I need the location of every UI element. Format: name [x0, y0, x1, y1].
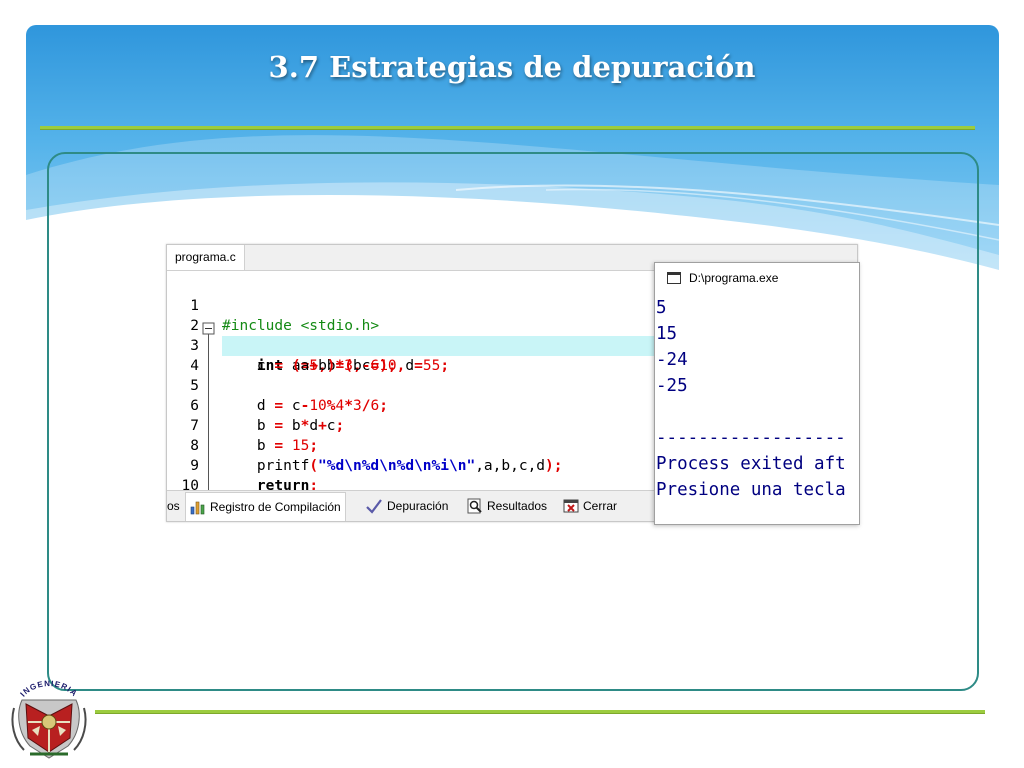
console-line: ------------------ [656, 428, 846, 448]
console-app-icon [667, 272, 681, 284]
tab-depuracion[interactable]: Depuración [365, 495, 448, 517]
console-line: -25 [656, 376, 688, 396]
console-line: 5 [656, 298, 667, 318]
close-window-icon [563, 499, 579, 513]
tab-compilador-partial[interactable]: os [167, 495, 180, 517]
footer-rule [95, 710, 985, 714]
svg-text:INGENIERIA: INGENIERIA [18, 679, 79, 699]
tab-label: Resultados [487, 499, 548, 513]
code-line-4-highlighted: c = (a+b)*(b-6); [222, 336, 662, 374]
tab-registro-de-compilacion[interactable]: Registro de Compilación [185, 492, 346, 521]
tab-programa-c[interactable]: programa.c [167, 245, 245, 270]
console-line: Presione una tecla [656, 480, 846, 500]
slide-title: 3.7 Estrategias de depuración [268, 50, 756, 84]
console-line: -24 [656, 350, 688, 370]
console-line: 15 [656, 324, 678, 344]
tab-cerrar[interactable]: Cerrar [563, 495, 617, 517]
bar-chart-icon [190, 501, 205, 515]
title-underline [40, 126, 975, 130]
console-titlebar[interactable]: D:\programa.exe [655, 263, 859, 293]
tab-label: Registro de Compilación [210, 500, 341, 514]
tab-label: Cerrar [583, 499, 618, 513]
tab-resultados[interactable]: Resultados [467, 495, 547, 517]
find-results-icon [467, 498, 482, 514]
code-line-4-number: 4 [167, 336, 217, 374]
ingenieria-logo: INGENIERIA [11, 679, 87, 759]
console-line: Process exited aft [656, 454, 846, 474]
check-icon [366, 499, 382, 514]
console-window[interactable]: D:\programa.exe 5 15 -24 -25 -----------… [654, 262, 860, 525]
console-title: D:\programa.exe [689, 271, 779, 285]
console-output: 5 15 -24 -25 ------------------ Process … [656, 295, 859, 503]
tab-label: os [167, 499, 180, 513]
tab-label: Depuración [387, 499, 449, 513]
